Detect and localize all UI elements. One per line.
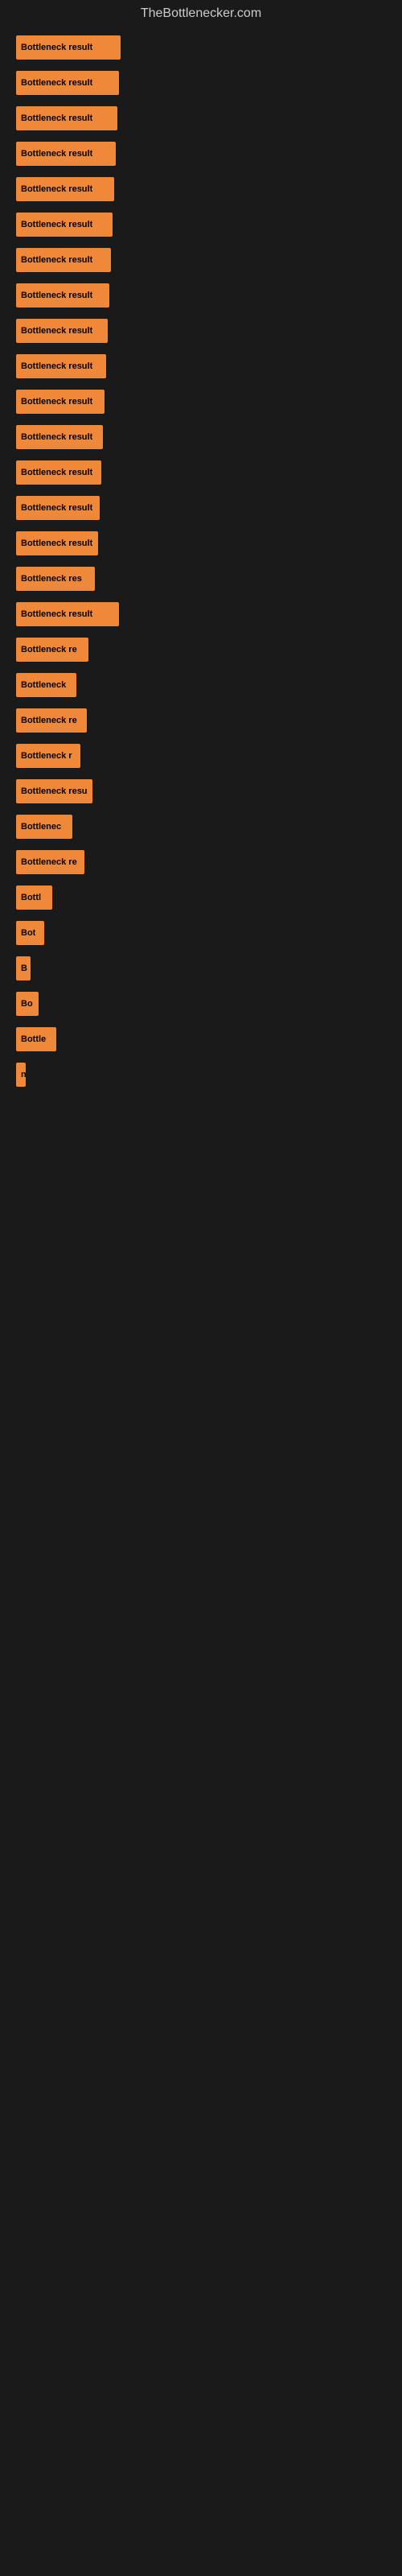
bar-28: Bottle [16,1027,56,1051]
bar-row: Bottleneck result [16,280,386,311]
bar-13: Bottleneck result [16,496,100,520]
bar-3: Bottleneck result [16,142,116,166]
bar-row: Bottleneck res [16,564,386,594]
bar-15: Bottleneck res [16,567,95,591]
bar-row: Bottleneck result [16,386,386,417]
bar-23: Bottleneck re [16,850,84,874]
bar-row: Bottleneck result [16,103,386,134]
bar-label-14: Bottleneck result [21,539,92,548]
bar-label-4: Bottleneck result [21,184,92,194]
bar-label-24: Bottl [21,893,41,902]
bar-row: Bottleneck resu [16,776,386,807]
bar-label-20: Bottleneck r [21,751,72,761]
bar-label-2: Bottleneck result [21,114,92,123]
site-title: TheBottlenecker.com [0,0,402,24]
bar-row: Bottleneck r [16,741,386,771]
bar-label-5: Bottleneck result [21,220,92,229]
bar-label-17: Bottleneck re [21,645,77,654]
bar-label-11: Bottleneck result [21,432,92,442]
bar-row: Bottleneck result [16,528,386,559]
bar-label-27: Bo [21,999,33,1009]
bar-row [16,1095,386,1125]
bar-4: Bottleneck result [16,177,114,201]
bar-label-23: Bottleneck re [21,857,77,867]
bar-label-0: Bottleneck result [21,43,92,52]
bar-row: Bottl [16,882,386,913]
bar-row: Bottleneck result [16,351,386,382]
bar-row: Bottleneck result [16,245,386,275]
bar-label-18: Bottleneck [21,680,66,690]
bar-26: B [16,956,31,980]
bar-label-22: Bottlenec [21,822,61,832]
bar-20: Bottleneck r [16,744,80,768]
bar-label-1: Bottleneck result [21,78,92,88]
bar-label-9: Bottleneck result [21,361,92,371]
bar-label-13: Bottleneck result [21,503,92,513]
bar-row: Bottle [16,1024,386,1055]
bar-row: n [16,1059,386,1090]
bar-row: Bottleneck re [16,847,386,877]
bar-row: B [16,953,386,984]
bar-label-12: Bottleneck result [21,468,92,477]
bar-11: Bottleneck result [16,425,103,449]
bar-row: Bottleneck re [16,705,386,736]
bar-row: Bo [16,989,386,1019]
bar-5: Bottleneck result [16,213,113,237]
bar-17: Bottleneck re [16,638,88,662]
bar-14: Bottleneck result [16,531,98,555]
bar-label-25: Bot [21,928,35,938]
bar-label-29: n [21,1070,26,1080]
bar-row: Bottleneck [16,670,386,700]
bar-19: Bottleneck re [16,708,87,733]
bar-row: Bottleneck result [16,422,386,452]
bar-row: Bot [16,918,386,948]
bar-label-28: Bottle [21,1034,46,1044]
bar-1: Bottleneck result [16,71,119,95]
bar-label-21: Bottleneck resu [21,786,88,796]
bar-row: Bottlenec [16,811,386,842]
bar-row [16,1130,386,1161]
bar-27: Bo [16,992,39,1016]
bar-7: Bottleneck result [16,283,109,308]
bar-8: Bottleneck result [16,319,108,343]
bar-row [16,1166,386,1196]
bar-label-3: Bottleneck result [21,149,92,159]
bar-row: Bottleneck result [16,599,386,630]
bar-label-6: Bottleneck result [21,255,92,265]
bar-10: Bottleneck result [16,390,105,414]
bar-row: Bottleneck result [16,457,386,488]
bar-label-26: B [21,964,27,973]
bar-9: Bottleneck result [16,354,106,378]
bar-29: n [16,1063,26,1087]
bar-12: Bottleneck result [16,460,101,485]
bar-label-19: Bottleneck re [21,716,77,725]
bar-row: Bottleneck result [16,138,386,169]
bar-label-7: Bottleneck result [21,291,92,300]
bar-16: Bottleneck result [16,602,119,626]
bar-label-15: Bottleneck res [21,574,82,584]
bar-18: Bottleneck [16,673,76,697]
bar-row [16,1201,386,1232]
bar-label-16: Bottleneck result [21,609,92,619]
bar-2: Bottleneck result [16,106,117,130]
bar-22: Bottlenec [16,815,72,839]
bar-label-8: Bottleneck result [21,326,92,336]
bar-row: Bottleneck result [16,174,386,204]
bar-row: Bottleneck result [16,68,386,98]
bar-row: Bottleneck result [16,209,386,240]
bar-25: Bot [16,921,44,945]
bar-6: Bottleneck result [16,248,111,272]
bar-label-10: Bottleneck result [21,397,92,407]
bar-row: Bottleneck re [16,634,386,665]
bar-21: Bottleneck resu [16,779,92,803]
bar-24: Bottl [16,886,52,910]
chart-container: Bottleneck result Bottleneck result Bottle… [0,24,402,1245]
bar-row: Bottleneck result [16,316,386,346]
bar-row: Bottleneck result [16,32,386,63]
bar-0: Bottleneck result [16,35,121,60]
bar-row: Bottleneck result [16,493,386,523]
